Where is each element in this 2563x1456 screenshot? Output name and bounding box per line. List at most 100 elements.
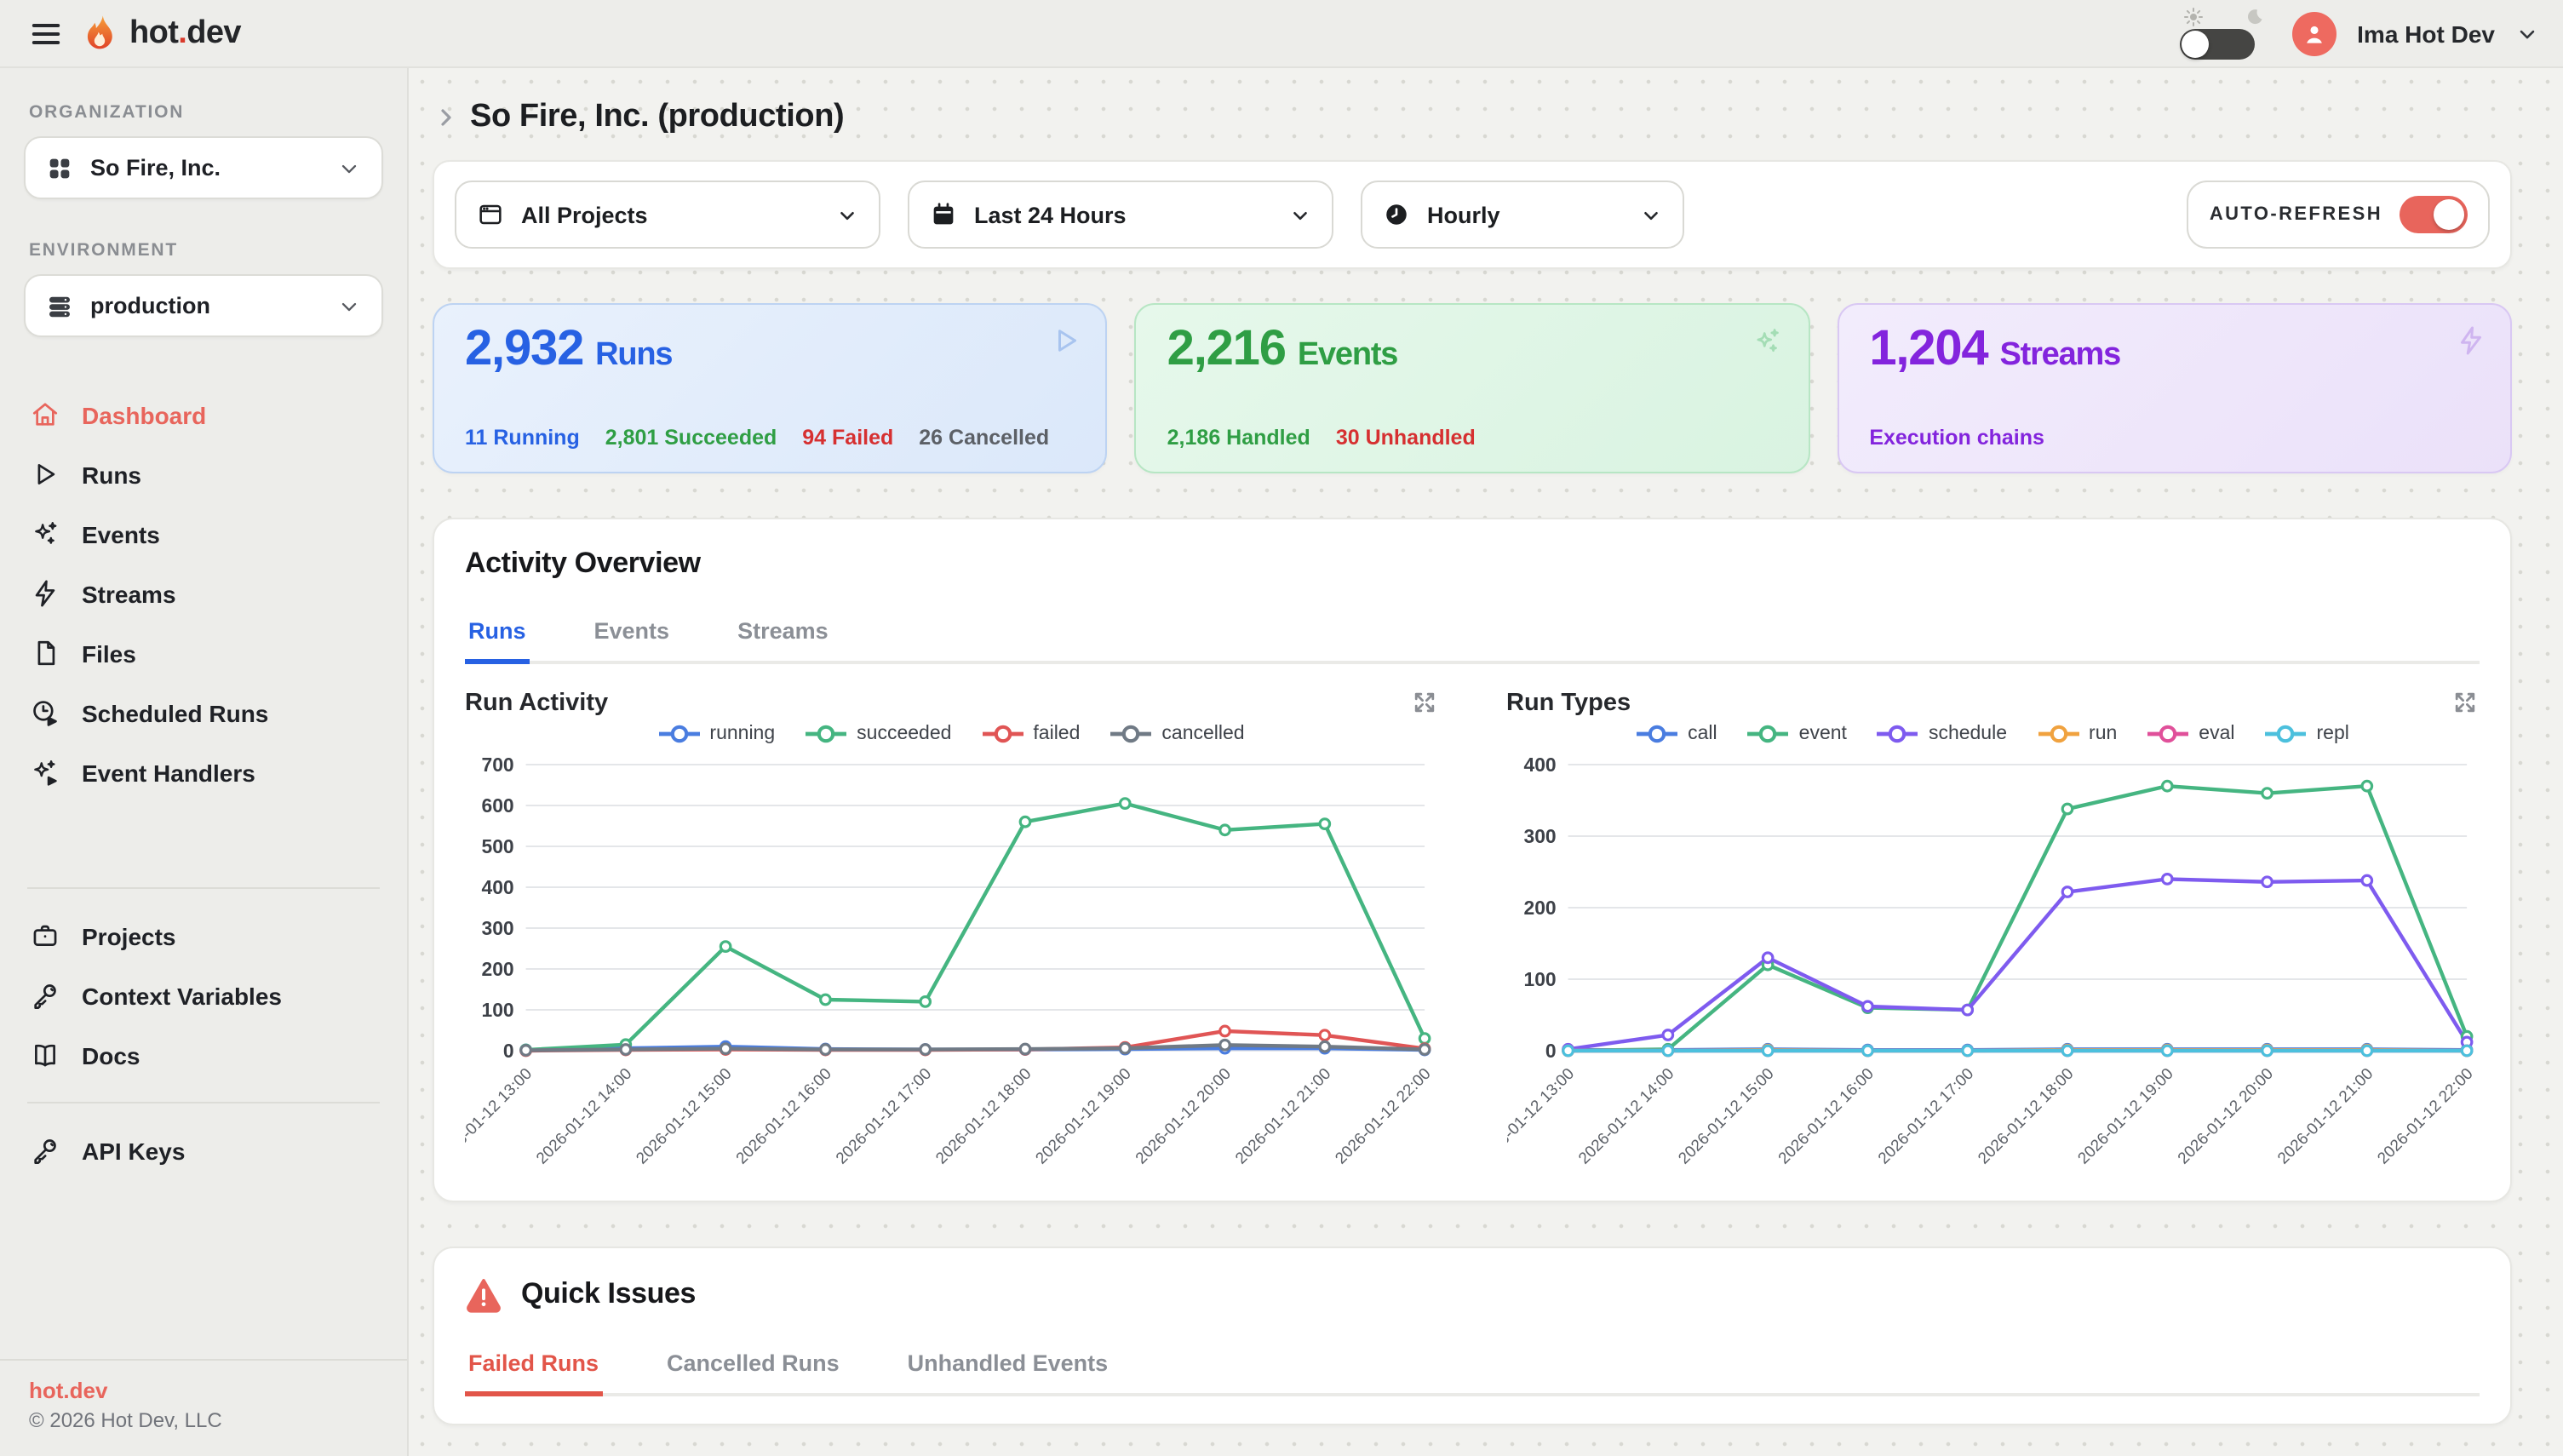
svg-text:200: 200 [482, 958, 514, 980]
theme-toggle[interactable] [2180, 28, 2255, 59]
tab-unhandled-events[interactable]: Unhandled Events [904, 1337, 1112, 1393]
app-window: hot.dev Ima Hot Dev ORGANIZATION So Fire… [0, 0, 2563, 1456]
breadcrumb: So Fire, Inc. (production) [433, 99, 2512, 136]
svg-text:2026-01-12 14:00: 2026-01-12 14:00 [1574, 1065, 1677, 1168]
events-stat-card[interactable]: 2,216Events 2,186 Handled 30 Unhandled [1135, 303, 1810, 473]
legend-item[interactable]: run [2038, 724, 2117, 744]
org-grid-icon [46, 154, 73, 181]
sidebar-item-streams[interactable]: Streams [0, 564, 407, 623]
failed-count: 94 Failed [802, 426, 893, 450]
run-activity-panel: Run Activity runningsucceededfailedcance… [465, 688, 1438, 1173]
sidebar-item-dashboard[interactable]: Dashboard [0, 385, 407, 444]
sparkles-play-icon [31, 758, 60, 787]
sun-icon [2183, 6, 2204, 26]
tab-runs[interactable]: Runs [465, 605, 530, 664]
svg-text:300: 300 [1523, 825, 1556, 847]
svg-text:2026-01-12 20:00: 2026-01-12 20:00 [2174, 1065, 2276, 1168]
user-avatar[interactable] [2292, 11, 2337, 55]
run-activity-chart: 01002003004005006007002026-01-12 13:0020… [465, 748, 1438, 1173]
briefcase-icon [31, 921, 60, 950]
run-types-panel: Run Types calleventschedulerunevalrepl 0… [1506, 688, 2480, 1173]
sidebar-item-event-handlers[interactable]: Event Handlers [0, 742, 407, 802]
environment-value: production [90, 293, 320, 318]
sparkles-icon [1752, 325, 1784, 358]
project-filter-value: All Projects [521, 202, 819, 227]
key-icon [31, 1136, 60, 1165]
legend-item[interactable]: schedule [1878, 724, 2007, 744]
svg-text:2026-01-12 20:00: 2026-01-12 20:00 [1132, 1065, 1235, 1168]
activity-tabs: Runs Events Streams [465, 605, 2480, 664]
moon-icon [2245, 6, 2265, 26]
tab-streams[interactable]: Streams [734, 605, 832, 661]
auto-refresh-knob [2434, 199, 2464, 230]
home-icon [31, 400, 60, 429]
runs-stat-card[interactable]: 2,932Runs 11 Running 2,801 Succeeded 94 … [433, 303, 1108, 473]
hamburger-menu-button[interactable] [24, 11, 68, 55]
legend-item[interactable]: cancelled [1110, 724, 1244, 744]
svg-text:2026-01-12 14:00: 2026-01-12 14:00 [533, 1065, 635, 1168]
svg-text:400: 400 [482, 876, 514, 898]
chevron-down-icon[interactable] [2515, 21, 2539, 45]
svg-text:2026-01-12 17:00: 2026-01-12 17:00 [1874, 1065, 1976, 1168]
time-range-value: Last 24 Hours [974, 202, 1272, 227]
footer-brand-link[interactable]: hot.dev [29, 1378, 378, 1403]
svg-text:2026-01-12 13:00: 2026-01-12 13:00 [465, 1065, 536, 1168]
project-filter-dropdown[interactable]: All Projects [455, 181, 880, 249]
events-count: 2,216 [1167, 322, 1286, 376]
chevron-down-icon [836, 203, 858, 226]
cancelled-count: 26 Cancelled [919, 426, 1049, 450]
sidebar-item-scheduled-runs[interactable]: Scheduled Runs [0, 683, 407, 742]
sidebar-item-events[interactable]: Events [0, 504, 407, 564]
sidebar-item-context-variables[interactable]: Context Variables [0, 966, 407, 1025]
events-unit: Events [1298, 337, 1397, 373]
sidebar-item-projects[interactable]: Projects [0, 906, 407, 966]
svg-text:2026-01-12 19:00: 2026-01-12 19:00 [1033, 1065, 1135, 1168]
streams-count: 1,204 [1869, 322, 1987, 376]
interval-dropdown[interactable]: Hourly [1361, 181, 1684, 249]
environment-label: ENVIRONMENT [0, 240, 407, 261]
brand-logo[interactable]: hot.dev [82, 11, 241, 55]
time-range-dropdown[interactable]: Last 24 Hours [908, 181, 1333, 249]
clock-play-icon [31, 698, 60, 727]
tab-failed-runs[interactable]: Failed Runs [465, 1337, 602, 1396]
svg-text:2026-01-12 15:00: 2026-01-12 15:00 [1674, 1065, 1776, 1168]
tab-events[interactable]: Events [591, 605, 674, 661]
sidebar-item-api-keys[interactable]: API Keys [0, 1121, 407, 1180]
legend-item[interactable]: repl [2266, 724, 2349, 744]
expand-icon[interactable] [2451, 688, 2480, 717]
user-name[interactable]: Ima Hot Dev [2357, 20, 2495, 47]
tab-cancelled-runs[interactable]: Cancelled Runs [663, 1337, 843, 1393]
svg-text:2026-01-12 16:00: 2026-01-12 16:00 [733, 1065, 835, 1168]
legend-item[interactable]: succeeded [806, 724, 951, 744]
organization-select[interactable]: So Fire, Inc. [24, 136, 383, 199]
activity-overview-card: Activity Overview Runs Events Streams Ru… [433, 518, 2512, 1202]
sidebar-divider [27, 1102, 380, 1103]
svg-text:2026-01-12 19:00: 2026-01-12 19:00 [2074, 1065, 2176, 1168]
auto-refresh-toggle[interactable] [2400, 196, 2468, 233]
hamburger-icon [29, 16, 63, 50]
organization-label: ORGANIZATION [0, 102, 407, 123]
footer-copyright: © 2026 Hot Dev, LLC [29, 1408, 378, 1432]
legend-item[interactable]: call [1637, 724, 1717, 744]
sidebar-item-files[interactable]: Files [0, 623, 407, 683]
environment-select[interactable]: production [24, 274, 383, 337]
runs-unit: Runs [595, 337, 672, 373]
window-icon [477, 201, 504, 228]
expand-icon[interactable] [1409, 688, 1438, 717]
legend-item[interactable]: failed [982, 724, 1080, 744]
sidebar-item-runs[interactable]: Runs [0, 444, 407, 504]
legend-item[interactable]: running [658, 724, 775, 744]
svg-text:0: 0 [503, 1040, 514, 1062]
svg-text:2026-01-12 16:00: 2026-01-12 16:00 [1775, 1065, 1877, 1168]
svg-text:0: 0 [1545, 1040, 1556, 1062]
sidebar-divider [27, 887, 380, 889]
sidebar-item-docs[interactable]: Docs [0, 1025, 407, 1085]
streams-stat-card[interactable]: 1,204Streams Execution chains [1837, 303, 2512, 473]
clock-icon [1383, 201, 1410, 228]
legend-item[interactable]: eval [2147, 724, 2234, 744]
streams-unit: Streams [1999, 337, 2120, 373]
flame-logo-icon [82, 11, 123, 55]
chevron-down-icon [337, 156, 361, 180]
chevron-right-icon [433, 104, 460, 131]
legend-item[interactable]: event [1748, 724, 1847, 744]
